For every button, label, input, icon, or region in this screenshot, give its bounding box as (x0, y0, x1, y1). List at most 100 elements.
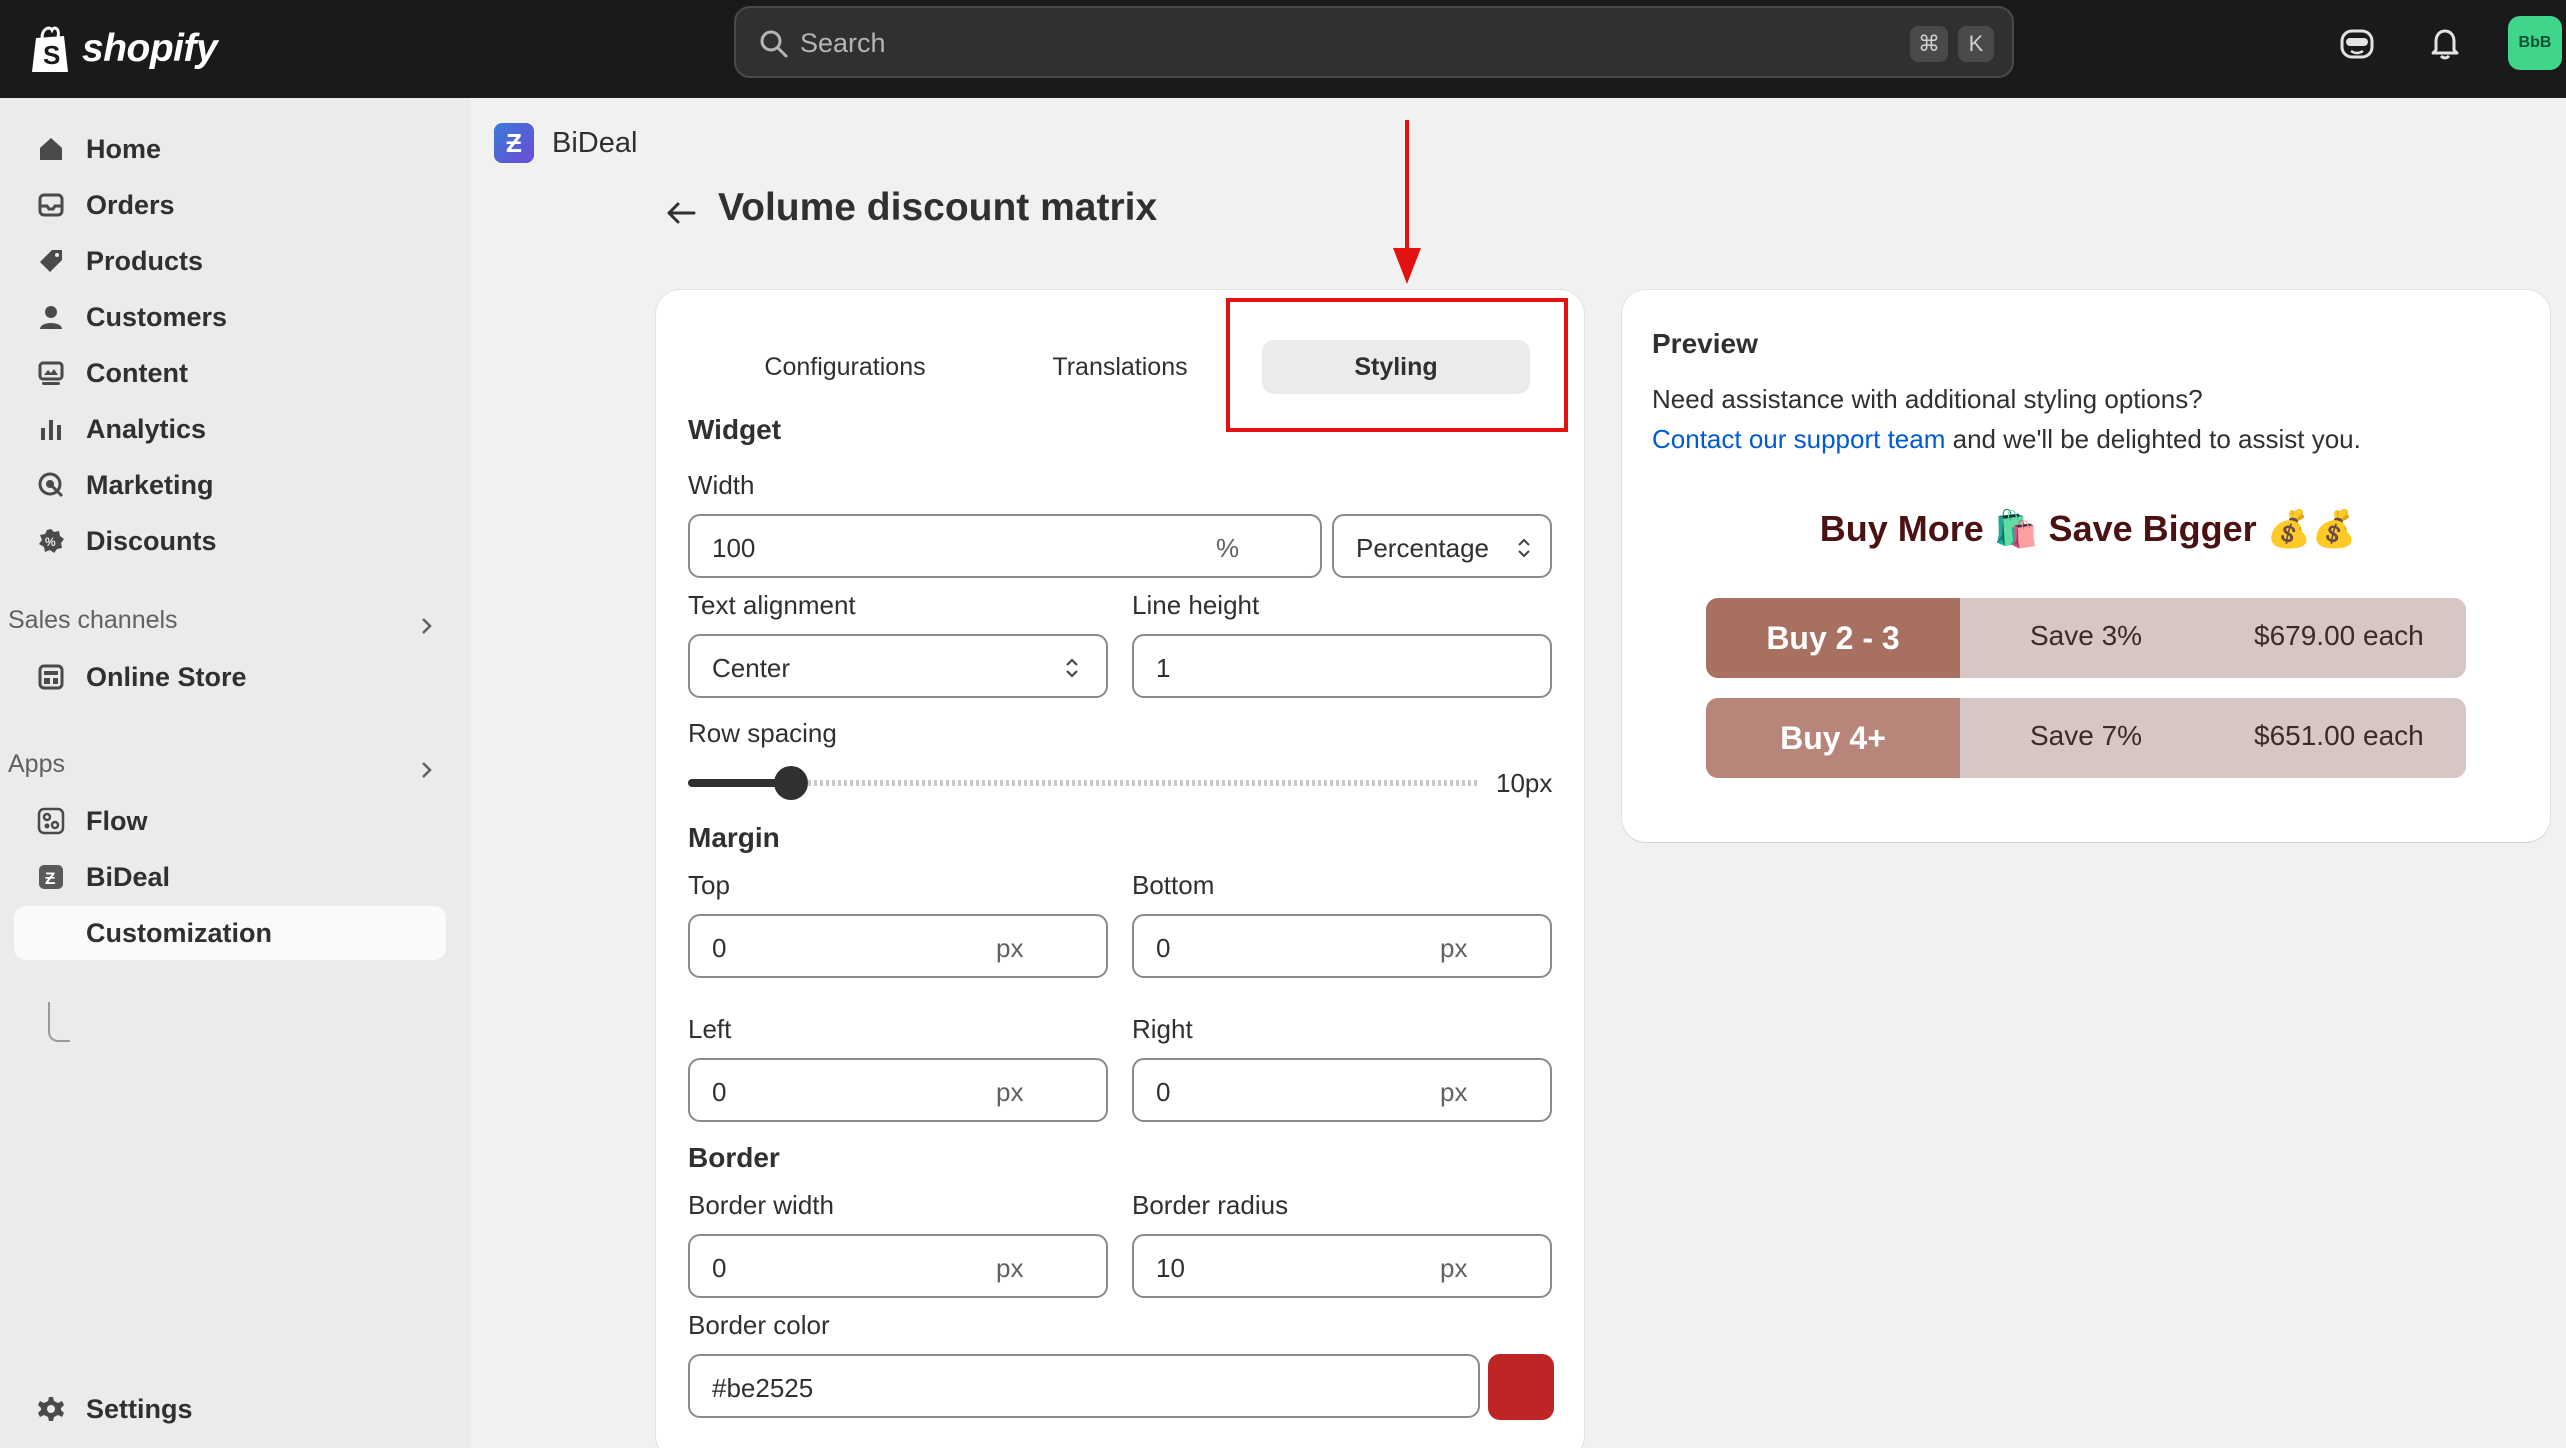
width-label: Width (688, 470, 755, 500)
avatar[interactable]: BbB (2508, 16, 2562, 70)
margin-heading: Margin (688, 822, 780, 853)
discount-save: Save 7% (2030, 720, 2143, 751)
border-width-label: Border width (688, 1190, 834, 1220)
sidebar-item-discounts[interactable]: % Discounts (14, 514, 446, 568)
text-alignment-value: Center (712, 653, 791, 683)
border-radius-value: 10 (1156, 1253, 1185, 1283)
border-color-label: Border color (688, 1310, 830, 1340)
person-icon (40, 306, 62, 329)
flow-icon (37, 807, 65, 835)
annotation-highlight-box (1226, 298, 1568, 432)
bideal-app-icon: Ƶ (39, 865, 63, 889)
top-label: Top (688, 870, 730, 900)
line-height-input[interactable]: 1 (1132, 634, 1552, 698)
px-suffix: px (996, 933, 1024, 963)
discount-save: Save 3% (2030, 620, 2143, 651)
chevron-right-icon (422, 618, 432, 634)
px-suffix: px (1440, 1253, 1468, 1283)
sidebar: Home Orders Products Customers Content A… (0, 98, 470, 1448)
bideal-logo[interactable]: Ƶ (494, 123, 534, 163)
home-icon (40, 138, 62, 160)
border-radius-input[interactable]: 10 px (1132, 1234, 1552, 1298)
discount-icon: % (39, 529, 64, 553)
search-bar[interactable]: Search ⌘ K (734, 6, 2014, 78)
sidebar-item-online-store[interactable]: Online Store (14, 650, 446, 704)
svg-text:Ƶ: Ƶ (45, 869, 55, 888)
margin-right-input[interactable]: 0 px (1132, 1058, 1552, 1122)
bottom-label: Bottom (1132, 870, 1215, 900)
discount-tier-label: Buy 2 - 3 (1706, 598, 1960, 678)
sidebar-item-flow[interactable]: Flow (14, 794, 446, 848)
sidebar-item-label: Customers (86, 301, 228, 332)
sidebar-item-settings[interactable]: Settings (14, 1382, 446, 1436)
back-arrow-icon[interactable] (664, 196, 698, 230)
sidebar-item-customization[interactable]: Customization (14, 906, 446, 960)
width-unit-select[interactable]: Percentage (1332, 514, 1552, 578)
discount-price: $679.00 each (2254, 620, 2424, 651)
gear-icon (38, 1397, 64, 1421)
width-suffix: % (1216, 533, 1240, 563)
sidebar-item-home[interactable]: Home (14, 122, 446, 176)
sidebar-item-label: Customization (86, 917, 272, 948)
row-spacing-label: Row spacing (688, 718, 837, 748)
sidebar-item-marketing[interactable]: Marketing (14, 458, 446, 512)
tab-configurations[interactable]: Configurations (700, 340, 990, 394)
apps-label: Apps (8, 750, 65, 778)
text-alignment-select[interactable]: Center (688, 634, 1108, 698)
width-unit-value: Percentage (1356, 533, 1489, 563)
sales-channels-label: Sales channels (8, 606, 178, 634)
tab-translations[interactable]: Translations (990, 340, 1250, 394)
border-color-value: #be2525 (712, 1373, 814, 1403)
sidebar-item-label: Settings (86, 1393, 193, 1424)
border-heading: Border (688, 1142, 780, 1173)
width-input[interactable]: 100 % (688, 514, 1322, 578)
row-spacing-slider-handle[interactable] (773, 766, 808, 800)
app-header: Ƶ BiDeal (494, 120, 637, 166)
margin-top-input[interactable]: 0 px (688, 914, 1108, 978)
select-arrows-icon (1518, 538, 1530, 558)
width-value: 100 (712, 533, 756, 563)
margin-left-input[interactable]: 0 px (688, 1058, 1108, 1122)
svg-text:%: % (45, 535, 56, 549)
sidebar-item-products[interactable]: Products (14, 234, 446, 288)
shopify-bag-icon: S (32, 26, 68, 72)
sidebar-item-analytics[interactable]: Analytics (14, 402, 446, 456)
page-title: Volume discount matrix (718, 186, 1158, 229)
tag-icon (40, 250, 62, 272)
sidebar-item-label: Marketing (86, 469, 214, 500)
sidebar-item-label: Orders (86, 189, 175, 220)
sidebar-item-bideal[interactable]: Ƶ BiDeal (14, 850, 446, 904)
shopify-logo[interactable]: S shopify (28, 16, 218, 82)
right-label: Right (1132, 1014, 1193, 1044)
sidebar-item-content[interactable]: Content (14, 346, 446, 400)
target-icon (38, 472, 64, 498)
margin-bottom-input[interactable]: 0 px (1132, 914, 1552, 978)
apps-heading[interactable]: Apps (8, 750, 448, 790)
support-link[interactable]: Contact our support team (1652, 424, 1945, 454)
margin-bottom-value: 0 (1156, 933, 1171, 963)
store-icon (38, 664, 64, 690)
border-color-swatch[interactable] (1488, 1354, 1554, 1420)
search-placeholder: Search (800, 28, 886, 58)
row-spacing-value: 10px (1496, 768, 1553, 798)
top-bar: S shopify Search ⌘ K BbB (0, 0, 2566, 98)
shortcut-cmd-key: ⌘ (1910, 26, 1948, 62)
widget-heading: Widget (688, 414, 782, 445)
preview-headline: Buy More 🛍️ Save Bigger 💰💰 (1819, 508, 2357, 549)
sidebar-item-label: Discounts (86, 525, 217, 556)
px-suffix: px (1440, 1077, 1468, 1107)
sidebar-item-label: Analytics (86, 413, 207, 444)
border-width-input[interactable]: 0 px (688, 1234, 1108, 1298)
line-height-value: 1 (1156, 653, 1171, 683)
sidebar-item-customers[interactable]: Customers (14, 290, 446, 344)
bell-icon[interactable] (2424, 22, 2466, 64)
sidekick-icon[interactable] (2336, 22, 2378, 64)
border-color-input[interactable]: #be2525 (688, 1354, 1480, 1418)
submenu-connector (48, 1002, 70, 1042)
sidebar-item-orders[interactable]: Orders (14, 178, 446, 232)
preview-support-line: Contact our support team and we'll be de… (1652, 424, 2361, 455)
sales-channels-heading[interactable]: Sales channels (8, 606, 448, 646)
line-height-label: Line height (1132, 590, 1260, 620)
px-suffix: px (996, 1253, 1024, 1283)
svg-text:S: S (43, 40, 60, 70)
